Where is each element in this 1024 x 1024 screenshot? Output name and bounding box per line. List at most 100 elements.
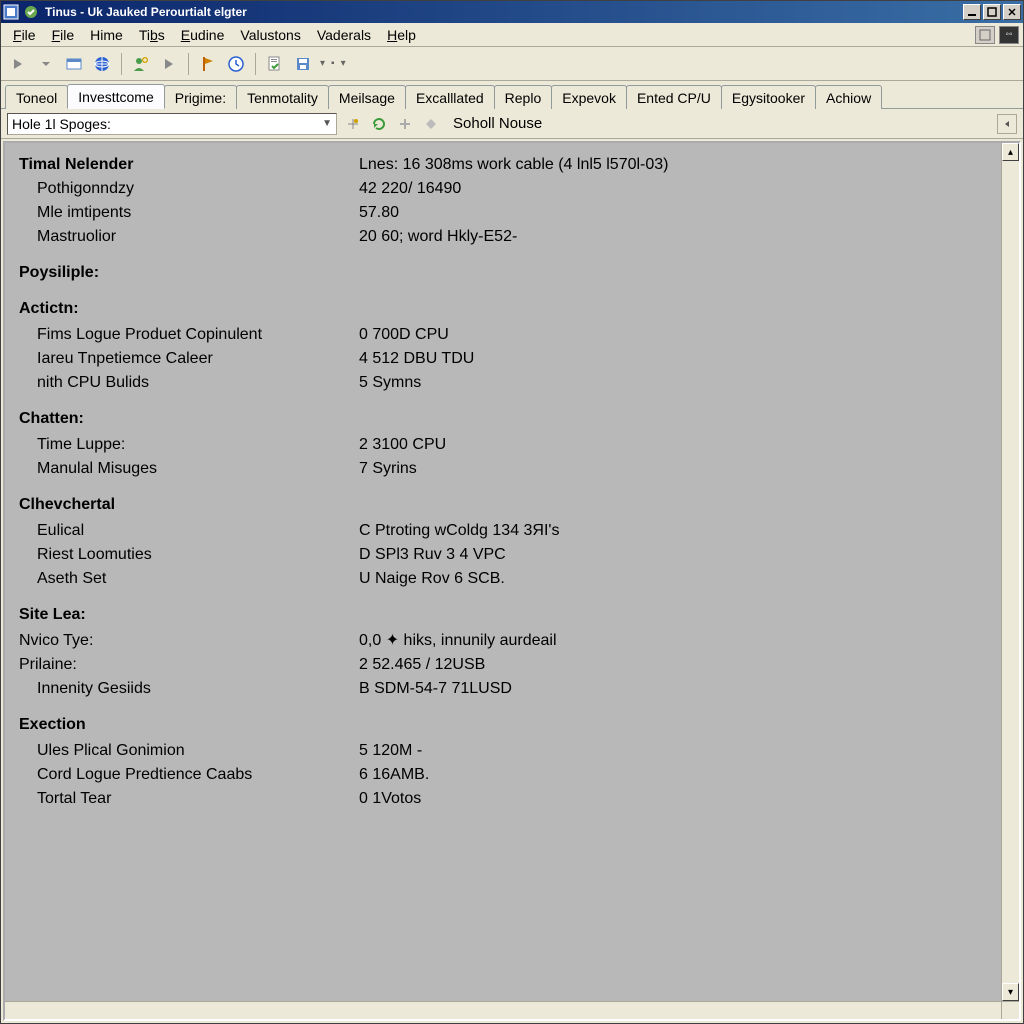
report-row: EulicalC Ptroting wColdg 134 3ЯI's [19, 519, 1001, 543]
tab-investtcome[interactable]: Investtcome [67, 84, 164, 109]
window-controls [963, 4, 1021, 20]
scroll-down-button[interactable]: ▾ [1002, 983, 1019, 1001]
section-title: Site Lea: [19, 603, 1001, 627]
menu-eudine[interactable]: Eudine [173, 25, 233, 45]
play-2-button[interactable] [158, 53, 180, 75]
report-value: U Naige Rov 6 SCB. [359, 567, 1001, 591]
report-label: Manulal Misuges [19, 457, 359, 481]
section-title: Chatten: [19, 407, 1001, 431]
menu-vaderals[interactable]: Vaderals [309, 25, 379, 45]
toolbar-dropdown-3[interactable]: ▾ [341, 58, 346, 69]
report-value: 7 Syrins [359, 457, 1001, 481]
report-row: Fims Logue Produet Copinulent0 700D CPU [19, 323, 1001, 347]
report-label: Tortal Tear [19, 787, 359, 811]
vertical-scrollbar[interactable]: ▴ ▾ [1001, 143, 1019, 1001]
report-label: Pothigonndzy [19, 177, 359, 201]
report-label: nith CPU Bulids [19, 371, 359, 395]
mini-tool-3[interactable] [395, 114, 415, 134]
section-title: Poysiliple: [19, 261, 1001, 285]
tab-tenmotality[interactable]: Tenmotality [236, 85, 329, 109]
dropdown-arrow-button[interactable] [35, 53, 57, 75]
document-check-button[interactable] [264, 53, 286, 75]
report-value: 6 16AMB. [359, 763, 1001, 787]
tab-row: ToneolInvesttcomePrigime:TenmotalityMeil… [1, 81, 1023, 109]
toolbar: ▾ ▪ ▾ [1, 47, 1023, 81]
collapse-panel-button[interactable] [997, 114, 1017, 134]
menu-help[interactable]: Help [379, 25, 424, 45]
report-row: Pothigonndzy42 220/ 16490 [19, 177, 1001, 201]
filter-combo-label: Hole 1l Spoges: [12, 116, 111, 132]
content-wrap: Timal NelenderLnes: 16 308ms work cable … [1, 139, 1023, 1023]
tab-achiow[interactable]: Achiow [815, 85, 882, 109]
report-value: C Ptroting wColdg 134 3ЯI's [359, 519, 1001, 543]
menubar-tool-icon-2[interactable]: ◦◦ [999, 26, 1019, 44]
report-row: Timal NelenderLnes: 16 308ms work cable … [19, 153, 1001, 177]
menu-file[interactable]: File [5, 25, 44, 45]
report-label: Eulical [19, 519, 359, 543]
report-label: Fims Logue Produet Copinulent [19, 323, 359, 347]
report-value: 5 120M - [359, 739, 1001, 763]
menu-file[interactable]: File [44, 25, 83, 45]
scroll-up-button[interactable]: ▴ [1002, 143, 1019, 161]
horizontal-scrollbar[interactable] [5, 1001, 1001, 1019]
report-value: B SDM-54-7 71LUSD [359, 677, 1001, 701]
report-value: 0 1Votos [359, 787, 1001, 811]
report-label: Cord Logue Predtience Caabs [19, 763, 359, 787]
tab-replo[interactable]: Replo [494, 85, 553, 109]
report-label: Innenity Gesiids [19, 677, 359, 701]
menu-valustons[interactable]: Valustons [232, 25, 308, 45]
section-title: Clhevchertal [19, 493, 1001, 517]
report-row: Ules Plical Gonimion5 120M - [19, 739, 1001, 763]
report-label: Iareu Tnpetiemce Caleer [19, 347, 359, 371]
toolbar-dropdown-1[interactable]: ▾ [320, 58, 325, 69]
toolbar-dropdown-2[interactable]: ▪ [331, 58, 335, 69]
tab-egysitooker[interactable]: Egysitooker [721, 85, 816, 109]
report-label: Aseth Set [19, 567, 359, 591]
tab-prigime-[interactable]: Prigime: [164, 85, 237, 109]
maximize-button[interactable] [983, 4, 1001, 20]
close-button[interactable] [1003, 4, 1021, 20]
filter-bar: Hole 1l Spoges: ▼ Soholl Nouse [1, 109, 1023, 139]
report-value: Lnes: 16 308ms work cable (4 lnl5 l570l-… [359, 153, 1001, 177]
report-label: Time Luppe: [19, 433, 359, 457]
minimize-button[interactable] [963, 4, 981, 20]
report-label: Mastruolior [19, 225, 359, 249]
report-value: 2 52.465 / 12USB [359, 653, 1001, 677]
refresh-icon[interactable] [369, 114, 389, 134]
report-value: 5 Symns [359, 371, 1001, 395]
menubar: FileFileHimeTibsEudineValustonsVaderalsH… [1, 23, 1023, 47]
save-button[interactable] [292, 53, 314, 75]
report-label: Ules Plical Gonimion [19, 739, 359, 763]
report-row: Cord Logue Predtience Caabs6 16AMB. [19, 763, 1001, 787]
menu-tibs[interactable]: Tibs [131, 25, 173, 45]
flag-button[interactable] [197, 53, 219, 75]
window-title: Tinus - Uk Jauked Perourtialt elgter [45, 5, 963, 19]
menubar-tool-icon-1[interactable] [975, 26, 995, 44]
report-label: Riest Loomuties [19, 543, 359, 567]
report-value: 42 220/ 16490 [359, 177, 1001, 201]
user-add-button[interactable] [130, 53, 152, 75]
tab-expevok[interactable]: Expevok [551, 85, 627, 109]
menu-hime[interactable]: Hime [82, 25, 131, 45]
tab-ented-cp-u[interactable]: Ented CP/U [626, 85, 722, 109]
globe-button[interactable] [91, 53, 113, 75]
report-label: Prilaine: [19, 653, 359, 677]
diamond-icon[interactable] [421, 114, 441, 134]
report-row: nith CPU Bulids5 Symns [19, 371, 1001, 395]
tab-meilsage[interactable]: Meilsage [328, 85, 406, 109]
filter-combo[interactable]: Hole 1l Spoges: ▼ [7, 113, 337, 135]
clock-button[interactable] [225, 53, 247, 75]
play-button[interactable] [7, 53, 29, 75]
app-secondary-icon [23, 4, 39, 20]
report-value: 0 700D CPU [359, 323, 1001, 347]
window-icon-button[interactable] [63, 53, 85, 75]
report-label: Mle imtipents [19, 201, 359, 225]
report-panel: Timal NelenderLnes: 16 308ms work cable … [3, 141, 1021, 1021]
report-row: Mle imtipents57.80 [19, 201, 1001, 225]
tab-toneol[interactable]: Toneol [5, 85, 68, 109]
report-row: Tortal Tear0 1Votos [19, 787, 1001, 811]
report-value: 0,0 ✦ hiks, innunily aurdeail [359, 629, 1001, 653]
mini-tool-1[interactable] [343, 114, 363, 134]
tab-excalllated[interactable]: Excalllated [405, 85, 495, 109]
report-row: Aseth SetU Naige Rov 6 SCB. [19, 567, 1001, 591]
